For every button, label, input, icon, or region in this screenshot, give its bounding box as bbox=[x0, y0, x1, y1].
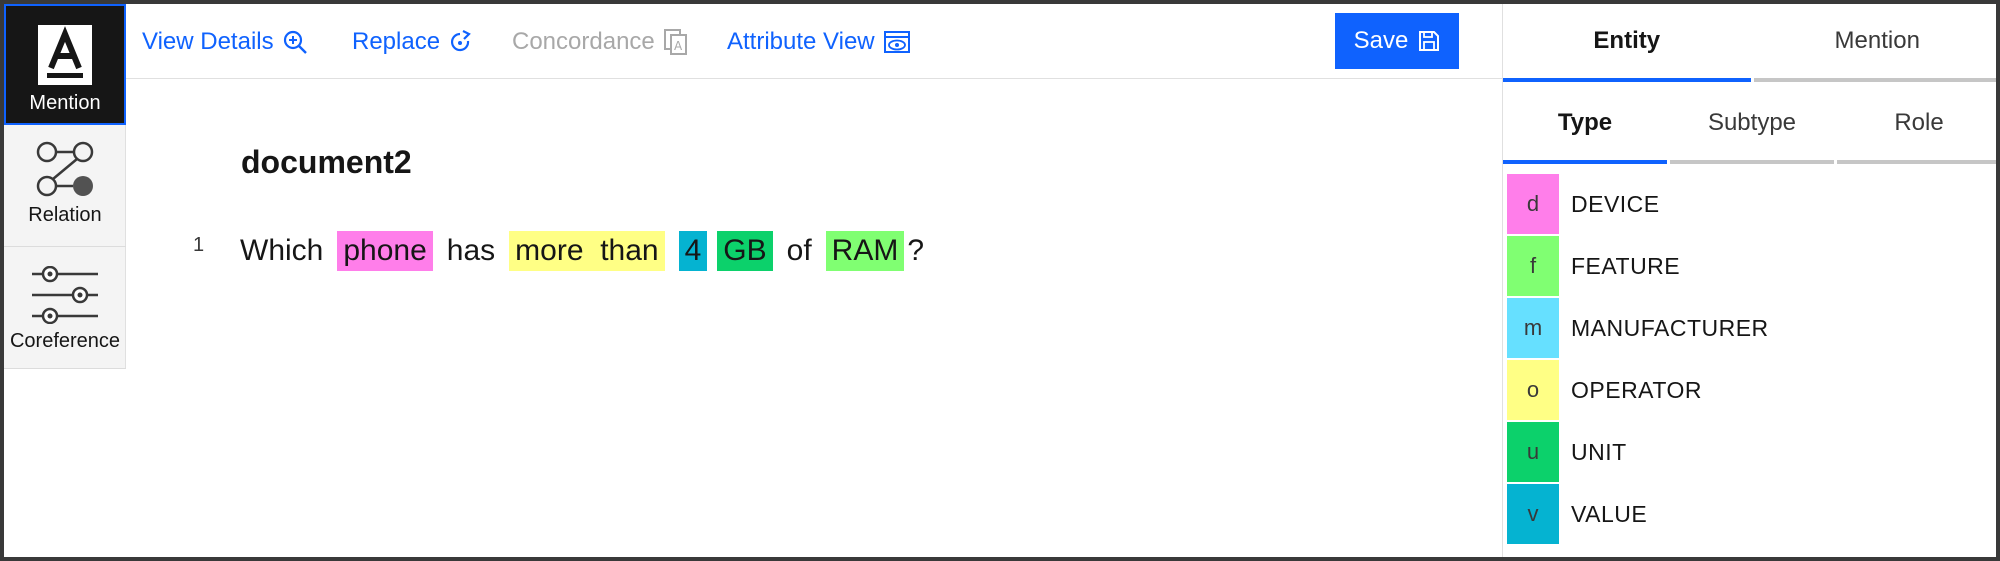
type-list: d DEVICE f FEATURE m MANUFACTURER o OPER… bbox=[1507, 173, 1996, 545]
annotation-window: Mention Relation Coreference View Detail… bbox=[0, 0, 2000, 561]
replace-button[interactable]: Replace bbox=[352, 24, 474, 60]
type-name: MANUFACTURER bbox=[1571, 314, 1769, 341]
type-panel: Entity Mention Type Subtype Role d DEVIC… bbox=[1502, 4, 1996, 557]
panel-tabs: Entity Mention bbox=[1503, 4, 1996, 82]
relation-icon bbox=[36, 141, 94, 197]
type-row-feature[interactable]: f FEATURE bbox=[1507, 235, 1996, 297]
mention-device[interactable]: phone bbox=[337, 231, 433, 271]
save-label: Save bbox=[1353, 27, 1409, 54]
tab-subtype[interactable]: Subtype bbox=[1670, 86, 1834, 164]
tool-mention-label: Mention bbox=[29, 92, 101, 114]
mention-value[interactable]: 4 bbox=[678, 231, 708, 271]
tool-coreference[interactable]: Coreference bbox=[4, 248, 126, 369]
view-details-label: View Details bbox=[142, 28, 274, 55]
type-key-swatch: f bbox=[1507, 236, 1559, 296]
mention-icon bbox=[38, 25, 92, 85]
concordance-label: Concordance bbox=[512, 28, 655, 55]
attribute-view-label: Attribute View bbox=[727, 28, 875, 55]
tab-mention[interactable]: Mention bbox=[1753, 4, 1996, 82]
token-text[interactable]: of bbox=[787, 234, 812, 268]
svg-text:A: A bbox=[674, 39, 683, 53]
save-icon bbox=[1419, 31, 1440, 51]
view-details-button[interactable]: View Details bbox=[142, 24, 308, 60]
type-name: VALUE bbox=[1571, 500, 1648, 527]
type-row-unit[interactable]: u UNIT bbox=[1507, 421, 1996, 483]
attribute-view-button[interactable]: Attribute View bbox=[727, 24, 911, 60]
tool-relation[interactable]: Relation bbox=[4, 126, 126, 247]
replace-label: Replace bbox=[352, 28, 441, 55]
zoom-in-icon bbox=[283, 30, 307, 54]
toolbar: View Details Replace Concordance A Attri… bbox=[126, 4, 1502, 79]
document-title: document2 bbox=[241, 144, 412, 180]
type-key-swatch: d bbox=[1507, 174, 1559, 234]
type-row-manufacturer[interactable]: m MANUFACTURER bbox=[1507, 297, 1996, 359]
tool-rail: Mention Relation Coreference bbox=[4, 4, 126, 369]
token-text[interactable]: Which bbox=[240, 234, 323, 268]
save-button[interactable]: Save bbox=[1335, 13, 1459, 69]
type-name: FEATURE bbox=[1571, 252, 1681, 279]
token-text[interactable]: ? bbox=[907, 234, 924, 268]
tool-mention[interactable]: Mention bbox=[4, 4, 126, 125]
type-key-swatch: v bbox=[1507, 484, 1559, 544]
mention-feature[interactable]: RAM bbox=[825, 231, 905, 271]
coreference-icon bbox=[32, 266, 98, 324]
token-text[interactable]: has bbox=[447, 234, 495, 268]
tab-role[interactable]: Role bbox=[1837, 86, 1996, 164]
document-sentence: Which phone has more than 4 GB of RAM ? bbox=[240, 228, 924, 274]
type-key-swatch: m bbox=[1507, 298, 1559, 358]
mention-operator[interactable]: more than bbox=[509, 231, 665, 271]
type-key-swatch: u bbox=[1507, 422, 1559, 482]
type-name: OPERATOR bbox=[1571, 376, 1702, 403]
type-key-swatch: o bbox=[1507, 360, 1559, 420]
tab-entity[interactable]: Entity bbox=[1503, 4, 1751, 82]
panel-subtabs: Type Subtype Role bbox=[1503, 86, 1996, 164]
type-name: DEVICE bbox=[1571, 190, 1660, 217]
tool-coreference-label: Coreference bbox=[9, 330, 121, 352]
concordance-button[interactable]: Concordance A bbox=[512, 24, 689, 60]
line-number: 1 bbox=[193, 234, 205, 256]
tab-type[interactable]: Type bbox=[1503, 86, 1667, 164]
type-row-value[interactable]: v VALUE bbox=[1507, 483, 1996, 545]
replace-icon bbox=[451, 30, 471, 52]
mention-unit[interactable]: GB bbox=[717, 231, 773, 271]
tool-relation-label: Relation bbox=[28, 204, 102, 226]
type-name: UNIT bbox=[1571, 438, 1627, 465]
eye-icon bbox=[883, 31, 910, 53]
type-row-device[interactable]: d DEVICE bbox=[1507, 173, 1996, 235]
concordance-icon: A bbox=[663, 29, 687, 55]
type-row-operator[interactable]: o OPERATOR bbox=[1507, 359, 1996, 421]
